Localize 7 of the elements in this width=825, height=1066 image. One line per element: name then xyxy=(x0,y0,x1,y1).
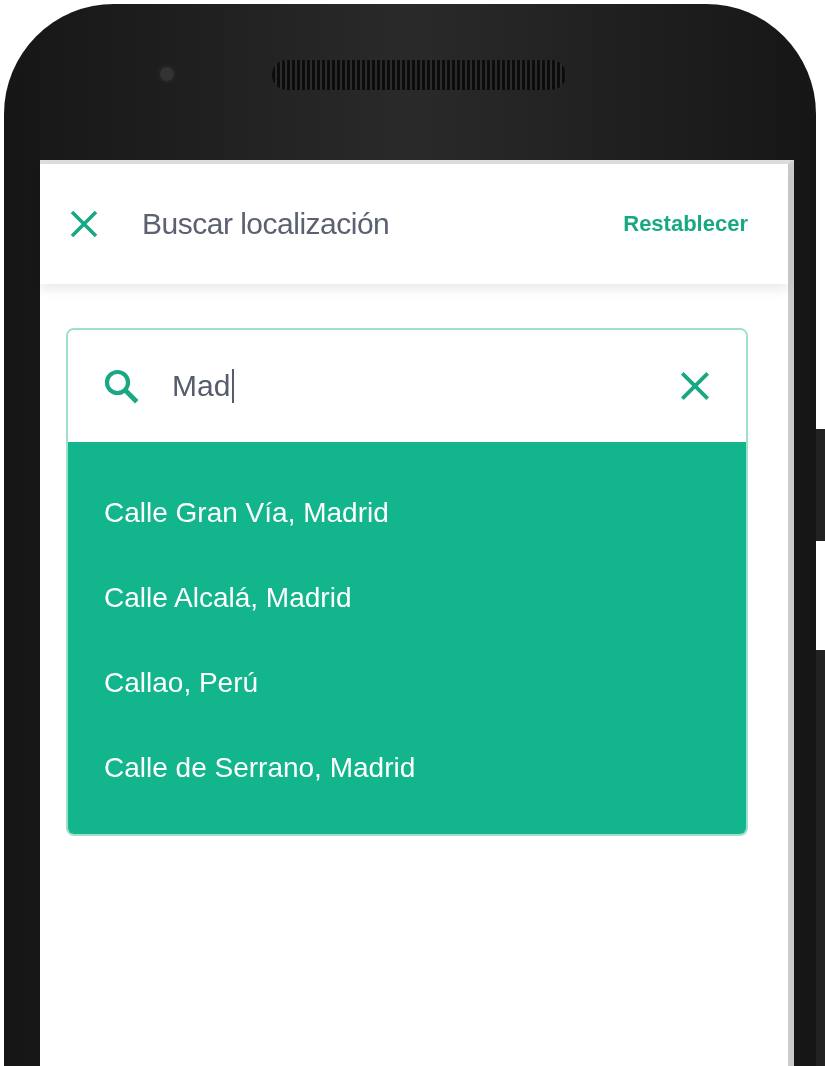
header-title: Buscar localización xyxy=(142,207,391,241)
reset-link[interactable]: Restablecer xyxy=(623,211,748,237)
suggestion-item[interactable]: Calle Gran Vía, Madrid xyxy=(68,470,746,555)
search-value: Mad xyxy=(172,369,676,403)
suggestion-item[interactable]: Calle Alcalá, Madrid xyxy=(68,555,746,640)
suggestion-item[interactable]: Callao, Perú xyxy=(68,640,746,725)
suggestion-item[interactable]: Calle de Serrano, Madrid xyxy=(68,725,746,810)
